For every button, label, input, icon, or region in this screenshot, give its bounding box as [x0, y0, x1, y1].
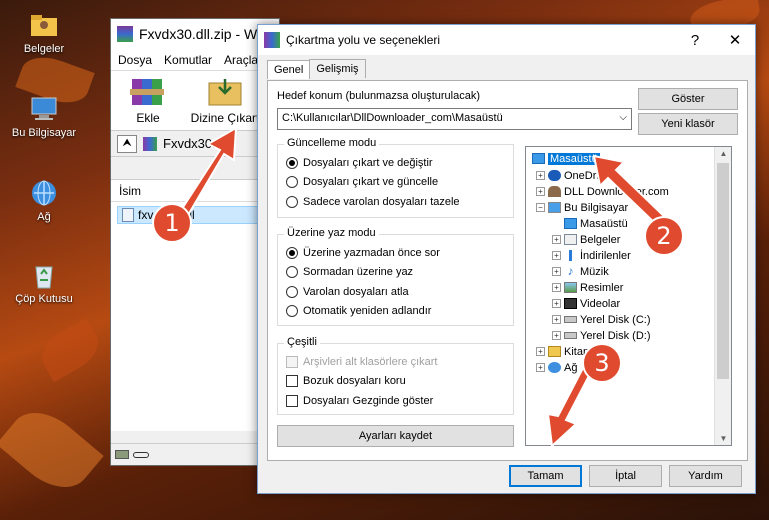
annotation-arrows: [174, 126, 672, 449]
annotation-badge-3: 3: [582, 343, 622, 383]
annotation-arrow-3: [546, 364, 594, 449]
annotation-badge-1: 1: [152, 203, 192, 243]
annotation-badge-2: 2: [644, 216, 684, 256]
